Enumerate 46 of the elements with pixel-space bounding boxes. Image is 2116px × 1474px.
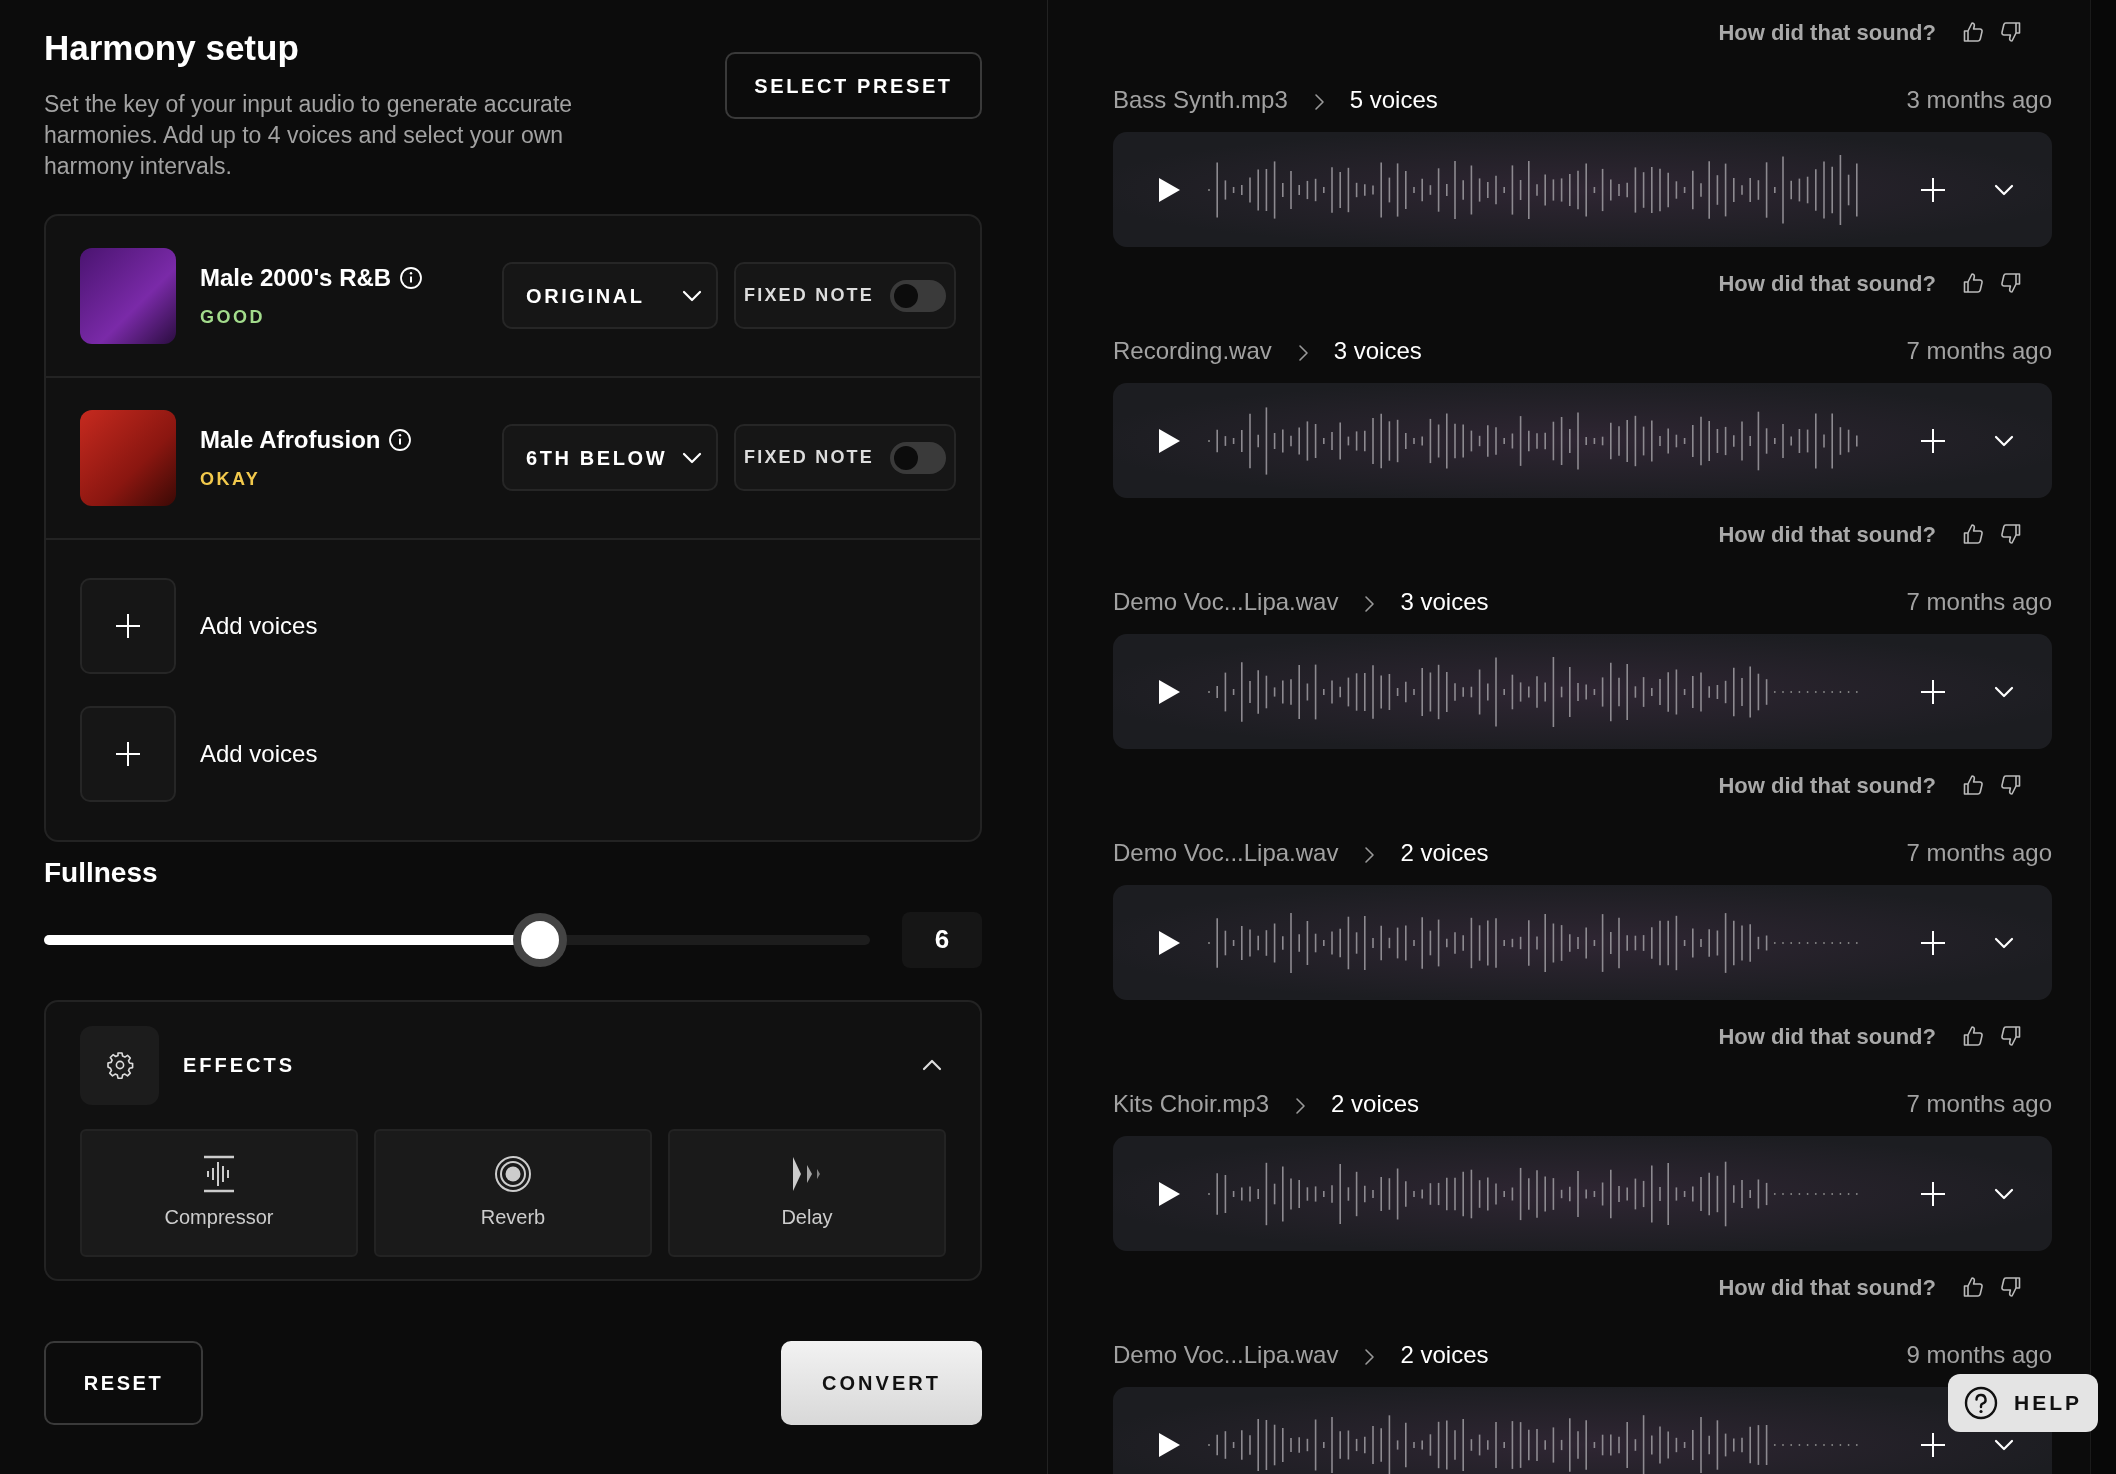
fixed-note-label: FIXED NOTE bbox=[744, 446, 874, 469]
effect-tile[interactable]: Compressor bbox=[80, 1128, 358, 1257]
voice-count: 5 voices bbox=[1349, 85, 1439, 115]
add-voices-label: Add voices bbox=[200, 738, 318, 769]
voice-name: Male 2000's R&B bbox=[200, 263, 392, 293]
voice-count: 3 voices bbox=[1333, 336, 1423, 366]
feedback-prompt: How did that sound? bbox=[1718, 1273, 1936, 1302]
timestamp: 7 months ago bbox=[1906, 838, 2052, 868]
quality-label: GOOD bbox=[200, 306, 266, 329]
file-name: Recording.wav bbox=[1113, 336, 1272, 366]
voice-name: Male Afrofusion bbox=[200, 425, 381, 455]
select-preset-button[interactable]: SELECT PRESET bbox=[725, 52, 982, 119]
description-text: Set the key of your input audio to generate accurate harmonies. Add up to 4 voices and select your own harmony intervals. bbox=[44, 89, 574, 181]
effects-label: EFFECTS bbox=[183, 1053, 297, 1078]
convert-button[interactable]: CONVERT bbox=[781, 1340, 982, 1425]
interval-dropdown[interactable]: 6TH BELOW bbox=[502, 424, 718, 491]
timestamp: 7 months ago bbox=[1906, 587, 2052, 617]
effect-tile[interactable]: Reverb bbox=[374, 1128, 652, 1257]
feedback-prompt: How did that sound? bbox=[1718, 1022, 1936, 1051]
timestamp: 7 months ago bbox=[1906, 1089, 2052, 1119]
file-name: Bass Synth.mp3 bbox=[1113, 85, 1288, 115]
interval-dropdown[interactable]: ORIGINAL bbox=[502, 262, 718, 329]
feedback-prompt: How did that sound? bbox=[1718, 520, 1936, 549]
voice-count: 2 voices bbox=[1331, 1089, 1421, 1119]
page-title: Harmony setup bbox=[44, 27, 300, 69]
file-name: Demo Voc...Lipa.wav bbox=[1113, 587, 1339, 617]
quality-label: OKAY bbox=[200, 468, 262, 491]
file-name: Demo Voc...Lipa.wav bbox=[1113, 1340, 1339, 1370]
feedback-prompt: How did that sound? bbox=[1718, 269, 1936, 298]
fullness-value: 6 bbox=[902, 911, 982, 968]
fixed-note-label: FIXED NOTE bbox=[744, 284, 874, 307]
timestamp: 9 months ago bbox=[1906, 1340, 2052, 1370]
effect-tile[interactable]: Delay bbox=[668, 1128, 946, 1257]
add-voices-label: Add voices bbox=[200, 610, 318, 641]
timestamp: 3 months ago bbox=[1906, 85, 2052, 115]
fullness-label: Fullness bbox=[44, 855, 159, 890]
help-button[interactable]: HELP bbox=[1948, 1374, 2098, 1432]
voice-count: 2 voices bbox=[1400, 1340, 1490, 1370]
feedback-prompt: How did that sound? bbox=[1718, 771, 1936, 800]
feedback-prompt: How did that sound? bbox=[1718, 18, 1936, 47]
timestamp: 7 months ago bbox=[1906, 336, 2052, 366]
file-name: Kits Choir.mp3 bbox=[1113, 1089, 1270, 1119]
voice-count: 3 voices bbox=[1400, 587, 1490, 617]
file-name: Demo Voc...Lipa.wav bbox=[1113, 838, 1339, 868]
reset-button[interactable]: RESET bbox=[44, 1340, 203, 1425]
voice-count: 2 voices bbox=[1400, 838, 1490, 868]
